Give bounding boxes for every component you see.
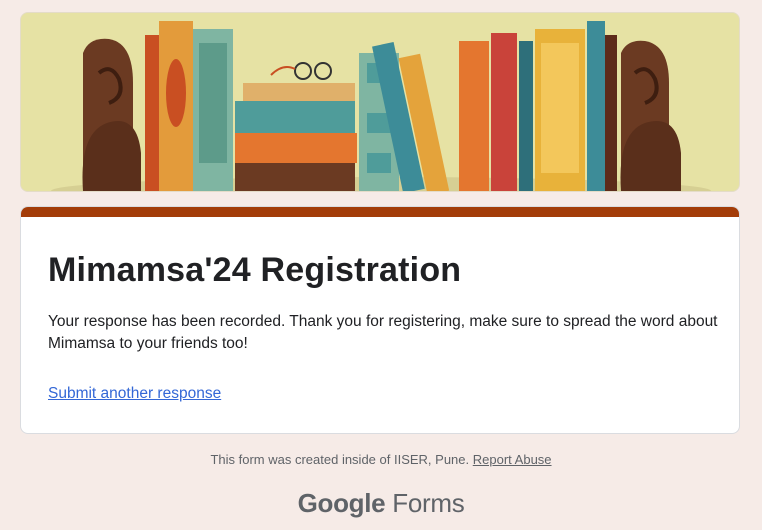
confirmation-message: Your response has been recorded. Thank y… (48, 313, 718, 352)
bookshelf-illustration (21, 13, 739, 191)
header-banner-image (20, 12, 740, 192)
submit-another-response-link[interactable]: Submit another response (48, 385, 221, 403)
google-forms-logo[interactable]: Google Forms (0, 488, 762, 519)
brand-google: Google (297, 488, 386, 518)
footer-created-text: This form was created inside of IISER, P… (210, 452, 470, 467)
report-abuse-link[interactable]: Report Abuse (473, 452, 552, 467)
brand-forms: Forms (392, 488, 465, 518)
form-title: Mimamsa'24 Registration (48, 251, 462, 289)
footer-note: This form was created inside of IISER, P… (0, 452, 762, 467)
confirmation-card: Mimamsa'24 Registration Your response ha… (20, 206, 740, 434)
card-accent-bar (21, 207, 739, 217)
